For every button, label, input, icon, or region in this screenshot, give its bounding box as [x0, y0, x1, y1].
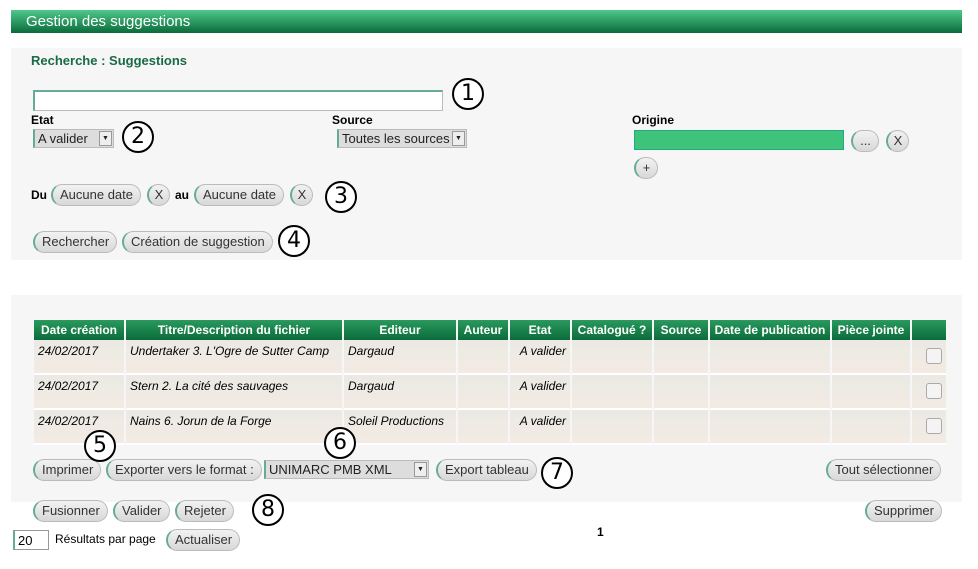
- du-label: Du: [31, 188, 47, 202]
- au-label: au: [175, 188, 190, 202]
- row-checkbox[interactable]: [926, 348, 942, 364]
- export-format-button[interactable]: Exporter vers le format :: [106, 459, 262, 481]
- cell-state: A valider: [510, 340, 570, 375]
- cell-state: A valider: [510, 375, 570, 410]
- export-format-select[interactable]: UNIMARC PMB XML ▼: [264, 460, 429, 479]
- source-label: Source: [332, 113, 373, 127]
- cell-date: 24/02/2017: [34, 375, 124, 410]
- marker-4: 4: [278, 225, 310, 257]
- search-input[interactable]: [33, 90, 443, 111]
- search-panel: [11, 48, 962, 260]
- date-from-button[interactable]: Aucune date: [51, 184, 142, 206]
- cell-attachment: [832, 340, 910, 375]
- origine-add-button[interactable]: +: [634, 157, 658, 179]
- source-select[interactable]: Toutes les sources ▼: [337, 129, 467, 148]
- etat-select[interactable]: A valider ▼: [33, 129, 114, 148]
- origine-clear-button[interactable]: X: [886, 130, 909, 152]
- cell-pubdate: [710, 375, 830, 410]
- source-value: Toutes les sources: [342, 131, 450, 146]
- cell-date: 24/02/2017: [34, 340, 124, 375]
- select-all-button[interactable]: Tout sélectionner: [826, 459, 942, 481]
- col-header: [912, 320, 946, 340]
- marker-6: 6: [324, 427, 356, 459]
- etat-label: Etat: [31, 113, 54, 127]
- table-row[interactable]: 24/02/2017 Stern 2. La cité des sauvages D…: [34, 375, 946, 410]
- marker-8: 8: [252, 494, 284, 526]
- page-header: Gestion des suggestions: [11, 10, 962, 33]
- dropdown-arrow-icon: ▼: [452, 131, 465, 146]
- cell-author: [458, 375, 508, 410]
- col-header[interactable]: Editeur: [344, 320, 456, 340]
- cell-pubdate: [710, 410, 830, 445]
- cell-state: A valider: [510, 410, 570, 445]
- origine-label: Origine: [632, 113, 675, 127]
- cell-title: Nains 6. Jorun de la Forge: [126, 410, 342, 445]
- dropdown-arrow-icon: ▼: [414, 462, 427, 477]
- date-to-clear-button[interactable]: X: [290, 184, 313, 206]
- origine-browse-button[interactable]: ...: [851, 130, 879, 152]
- results-per-page-input[interactable]: [13, 530, 49, 550]
- col-header[interactable]: Date de publication: [710, 320, 830, 340]
- marker-3: 3: [325, 181, 357, 213]
- origine-input[interactable]: [634, 130, 844, 150]
- cell-author: [458, 410, 508, 445]
- current-page[interactable]: 1: [597, 525, 604, 539]
- delete-button[interactable]: Supprimer: [865, 500, 942, 522]
- results-per-page-label: Résultats par page: [55, 532, 156, 546]
- cell-catalogued: [572, 375, 652, 410]
- cell-catalogued: [572, 340, 652, 375]
- cell-author: [458, 340, 508, 375]
- cell-catalogued: [572, 410, 652, 445]
- cell-title: Undertaker 3. L'Ogre de Sutter Camp: [126, 340, 342, 375]
- col-header[interactable]: Pièce jointe: [832, 320, 910, 340]
- col-header[interactable]: Date création: [34, 320, 124, 340]
- export-table-button[interactable]: Export tableau: [436, 459, 537, 481]
- cell-source: [654, 340, 708, 375]
- reject-button[interactable]: Rejeter: [175, 500, 234, 522]
- row-checkbox[interactable]: [926, 418, 942, 434]
- marker-1: 1: [452, 78, 484, 110]
- search-title: Recherche : Suggestions: [31, 53, 188, 68]
- suggestions-table: Date création Titre/Description du fichi…: [32, 320, 948, 445]
- cell-attachment: [832, 375, 910, 410]
- dropdown-arrow-icon: ▼: [99, 131, 112, 146]
- print-button[interactable]: Imprimer: [33, 459, 102, 481]
- col-header[interactable]: Etat: [510, 320, 570, 340]
- cell-publisher: Soleil Productions: [344, 410, 456, 445]
- cell-source: [654, 375, 708, 410]
- date-from-clear-button[interactable]: X: [147, 184, 170, 206]
- cell-publisher: Dargaud: [344, 375, 456, 410]
- table-row[interactable]: 24/02/2017 Undertaker 3. L'Ogre de Sutter…: [34, 340, 946, 375]
- export-format-value: UNIMARC PMB XML: [269, 462, 392, 477]
- cell-attachment: [832, 410, 910, 445]
- cell-publisher: Dargaud: [344, 340, 456, 375]
- cell-source: [654, 410, 708, 445]
- row-checkbox[interactable]: [926, 383, 942, 399]
- col-header[interactable]: Auteur: [458, 320, 508, 340]
- cell-title: Stern 2. La cité des sauvages: [126, 375, 342, 410]
- table-row[interactable]: 24/02/2017 Nains 6. Jorun de la Forge Sole…: [34, 410, 946, 445]
- col-header[interactable]: Catalogué ?: [572, 320, 652, 340]
- col-header[interactable]: Source: [654, 320, 708, 340]
- col-header[interactable]: Titre/Description du fichier: [126, 320, 342, 340]
- date-to-button[interactable]: Aucune date: [194, 184, 285, 206]
- create-suggestion-button[interactable]: Création de suggestion: [122, 231, 273, 253]
- marker-2: 2: [122, 121, 154, 153]
- search-button[interactable]: Rechercher: [33, 231, 118, 253]
- refresh-button[interactable]: Actualiser: [166, 529, 241, 551]
- cell-pubdate: [710, 340, 830, 375]
- marker-5: 5: [84, 430, 116, 462]
- merge-button[interactable]: Fusionner: [33, 500, 108, 522]
- etat-value: A valider: [38, 131, 88, 146]
- marker-7: 7: [541, 457, 573, 489]
- validate-button[interactable]: Valider: [113, 500, 170, 522]
